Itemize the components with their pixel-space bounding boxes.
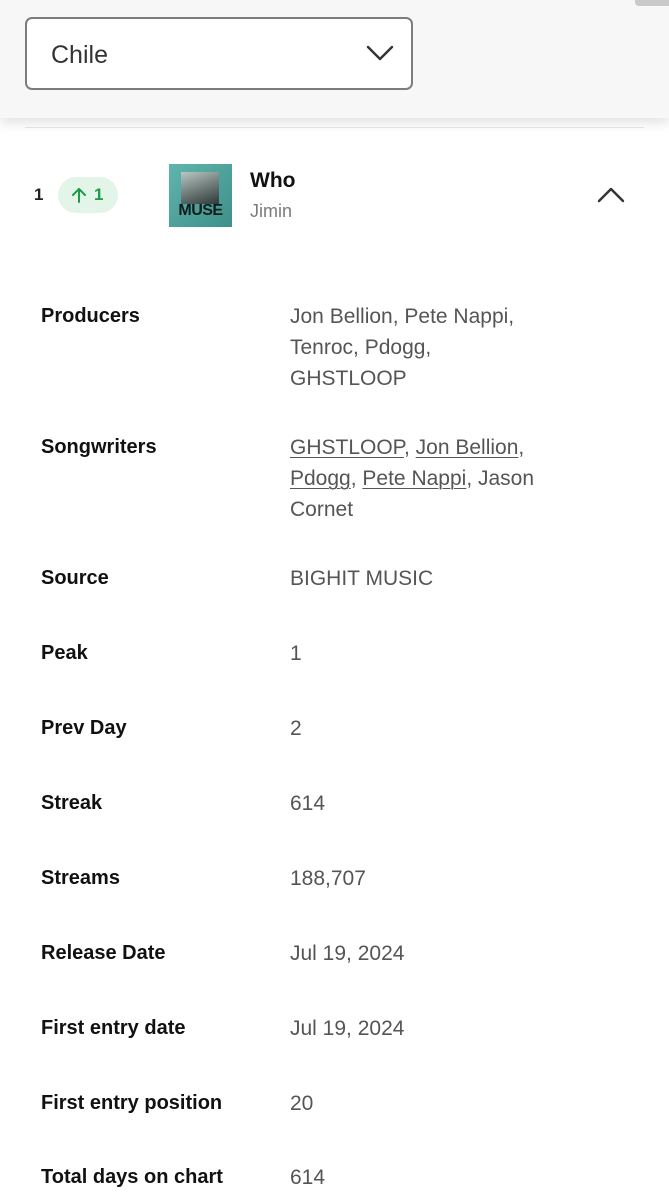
- producers-value: Jon Bellion, Pete Nappi, Tenroc, Pdogg, …: [290, 305, 515, 390]
- total-days-label: Total days on chart: [41, 1166, 223, 1188]
- source-label: Source: [41, 567, 109, 589]
- rank-number: 1: [34, 185, 44, 204]
- collapse-button[interactable]: [594, 179, 628, 209]
- filter-bar: Chile: [0, 0, 669, 118]
- streams-value: 188,707: [290, 867, 366, 890]
- country-select-value: Chile: [51, 41, 108, 69]
- streak-label: Streak: [41, 792, 103, 814]
- album-cover-photo: [181, 172, 219, 204]
- release-date-value: Jul 19, 2024: [290, 942, 405, 965]
- songwriters-label: Songwriters: [41, 436, 157, 458]
- album-cover: MUSE: [169, 164, 232, 227]
- songwriter-separator: ,: [518, 436, 525, 459]
- chart-entry-header[interactable]: 1 1 MUSE Who Jimin: [0, 155, 669, 237]
- songwriter-link[interactable]: Pdogg: [290, 467, 351, 490]
- songwriter-separator: ,: [466, 467, 478, 490]
- country-select[interactable]: Chile: [25, 17, 413, 90]
- rank-movement-value: 1: [94, 185, 104, 204]
- songwriters-value: GHSTLOOP, Jon Bellion, Pdogg, Pete Nappi…: [290, 432, 575, 525]
- song-artist[interactable]: Jimin: [250, 201, 292, 222]
- chevron-down-icon: [366, 45, 394, 61]
- first-entry-date-value: Jul 19, 2024: [290, 1017, 405, 1040]
- chevron-up-icon: [597, 187, 625, 203]
- songwriter-link[interactable]: Pete Nappi: [362, 467, 466, 490]
- total-days-value: 614: [290, 1166, 326, 1189]
- album-cover-text: MUSE: [178, 202, 223, 219]
- songwriter-separator: ,: [403, 436, 416, 459]
- first-entry-date-label: First entry date: [41, 1017, 186, 1039]
- release-date-label: Release Date: [41, 942, 166, 964]
- producers-label: Producers: [41, 305, 140, 327]
- songwriter-separator: ,: [350, 467, 363, 490]
- rank-movement-badge: 1: [58, 177, 118, 213]
- first-entry-position-value: 20: [290, 1092, 314, 1115]
- arrow-up-icon: [72, 188, 86, 203]
- songwriter-link[interactable]: GHSTLOOP: [290, 436, 404, 459]
- streak-value: 614: [290, 792, 326, 815]
- streams-label: Streams: [41, 867, 120, 889]
- divider: [25, 127, 644, 128]
- prev-day-label: Prev Day: [41, 717, 127, 739]
- songwriter-link[interactable]: Jon Bellion: [416, 436, 519, 459]
- first-entry-position-label: First entry position: [41, 1092, 223, 1114]
- scrollbar-thumb[interactable]: [635, 0, 669, 6]
- source-value: BIGHIT MUSIC: [290, 567, 434, 590]
- song-title[interactable]: Who: [250, 169, 295, 193]
- peak-value: 1: [290, 642, 302, 665]
- prev-day-value: 2: [290, 717, 302, 740]
- peak-label: Peak: [41, 642, 88, 664]
